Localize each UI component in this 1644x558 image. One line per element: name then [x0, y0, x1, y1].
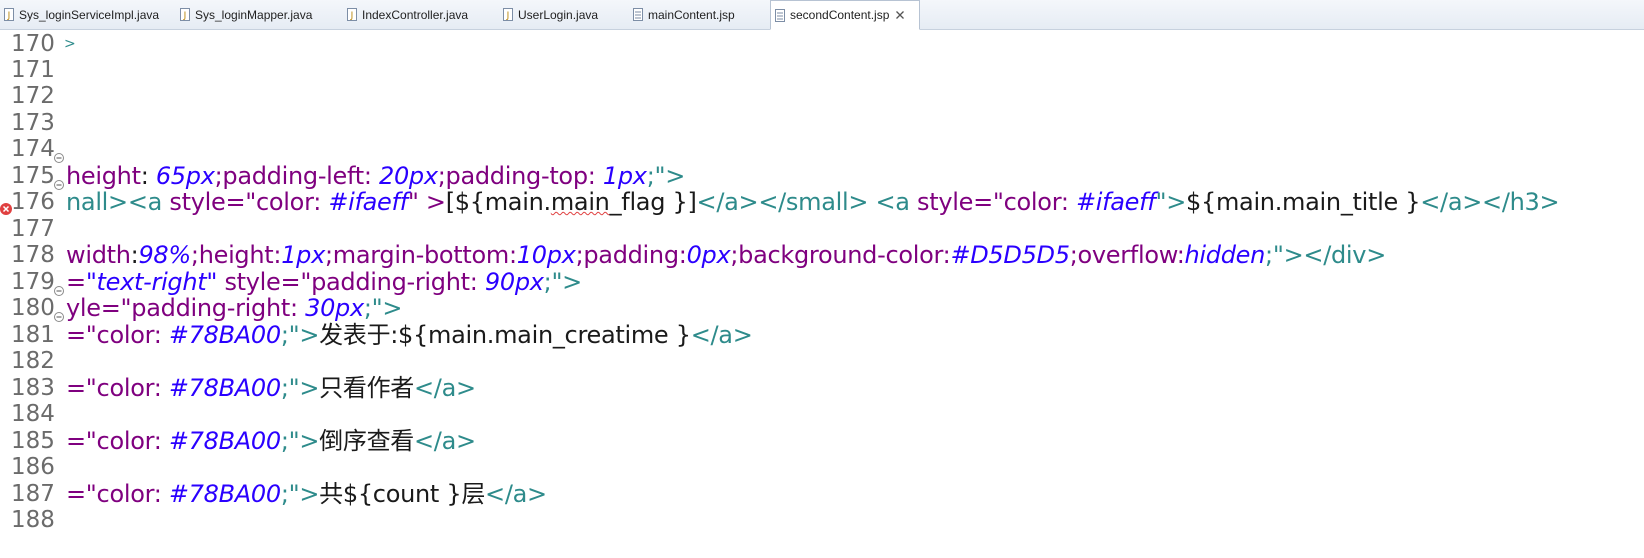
- code-line: 175 height: 65px;padding-left: 20px;padd…: [0, 162, 1644, 190]
- code-line: 182: [0, 347, 1644, 375]
- tab-sys-loginmapper[interactable]: J Sys_loginMapper.java: [176, 0, 343, 29]
- code-text: ="color: #78BA00;">共${count }层</a>: [66, 480, 547, 508]
- tab-label: UserLogin.java: [518, 7, 599, 22]
- code-text: height: 65px;padding-left: 20px;padding-…: [66, 162, 686, 190]
- tab-label: mainContent.jsp: [648, 7, 735, 22]
- java-file-icon: J: [4, 8, 14, 21]
- code-text: width:98%;height:1px;margin-bottom:10px;…: [66, 241, 1387, 269]
- svg-text:J: J: [506, 11, 510, 21]
- fold-toggle-icon[interactable]: [53, 143, 65, 163]
- line-number: 186: [11, 454, 55, 480]
- line-number: 180: [11, 295, 55, 321]
- close-icon[interactable]: [895, 10, 905, 20]
- line-number: 171: [11, 57, 55, 83]
- code-line: 177: [0, 215, 1644, 243]
- code-text: ="color: #78BA00;">只看作者</a>: [66, 374, 476, 402]
- tab-label: Sys_loginServiceImpl.java: [19, 7, 160, 22]
- line-number: 172: [11, 83, 55, 109]
- code-line: 171: [0, 56, 1644, 84]
- code-text: ="text-right" style="padding-right: 90px…: [66, 268, 582, 296]
- line-number: 185: [11, 428, 55, 454]
- fold-toggle-icon[interactable]: [53, 302, 65, 322]
- line-number: 178: [11, 242, 55, 268]
- code-line: 185 ="color: #78BA00;">倒序查看</a>: [0, 427, 1644, 455]
- code-line: 173: [0, 109, 1644, 137]
- code-text: >: [64, 36, 76, 52]
- code-line: 184: [0, 400, 1644, 428]
- code-line: 178 width:98%;height:1px;margin-bottom:1…: [0, 241, 1644, 269]
- code-line: 186: [0, 453, 1644, 481]
- line-number: 183: [11, 375, 55, 401]
- code-line: 183 ="color: #78BA00;">只看作者</a>: [0, 374, 1644, 402]
- code-text: nall><a style="color: #ifaeff" >[${main.…: [66, 188, 1560, 216]
- tab-secondcontent[interactable]: secondContent.jsp: [770, 0, 920, 30]
- line-number: 177: [11, 216, 55, 242]
- tab-label: IndexController.java: [362, 7, 469, 22]
- tab-label: secondContent.jsp: [790, 8, 890, 22]
- code-line: 188: [0, 506, 1644, 534]
- line-number: 174: [11, 136, 55, 162]
- tab-indexcontroller[interactable]: J IndexController.java: [343, 0, 499, 29]
- code-line: 170 >: [0, 30, 1644, 58]
- code-text: ="color: #78BA00;">倒序查看</a>: [66, 427, 476, 455]
- fold-toggle-icon[interactable]: [53, 170, 65, 190]
- line-number: 182: [11, 348, 55, 374]
- svg-text:J: J: [350, 11, 354, 21]
- fold-toggle-icon[interactable]: [53, 276, 65, 296]
- code-line: 172: [0, 82, 1644, 110]
- line-number: 184: [11, 401, 55, 427]
- line-number: 176: [11, 189, 55, 215]
- code-text: yle="padding-right: 30px;">: [66, 294, 403, 322]
- tab-maincontent[interactable]: mainContent.jsp: [629, 0, 770, 29]
- svg-text:J: J: [183, 11, 187, 21]
- code-line: 180 yle="padding-right: 30px;">: [0, 294, 1644, 322]
- line-number: 181: [11, 322, 55, 348]
- tab-label: Sys_loginMapper.java: [195, 7, 313, 22]
- jsp-file-icon: [775, 8, 785, 22]
- code-line: 176 nall><a style="color: #ifaeff" >[${m…: [0, 188, 1644, 216]
- java-file-icon: J: [180, 8, 190, 21]
- editor-tab-bar: J Sys_loginServiceImpl.java J Sys_loginM…: [0, 0, 1644, 30]
- line-number: 173: [11, 110, 55, 136]
- code-editor[interactable]: 170 > 171 172 173 174 175 height: 65px;p…: [0, 30, 1644, 558]
- line-number: 179: [11, 269, 55, 295]
- svg-text:J: J: [7, 11, 11, 21]
- jsp-file-icon: [633, 8, 643, 21]
- line-number: 187: [11, 481, 55, 507]
- code-line: 181 ="color: #78BA00;">发表于:${main.main_c…: [0, 321, 1644, 349]
- tab-userlogin[interactable]: J UserLogin.java: [499, 0, 629, 29]
- code-line: 187 ="color: #78BA00;">共${count }层</a>: [0, 480, 1644, 508]
- code-text: ="color: #78BA00;">发表于:${main.main_creat…: [66, 321, 753, 349]
- line-number: 175: [11, 163, 55, 189]
- line-number: 170: [11, 31, 55, 57]
- tab-sys-loginserviceimpl[interactable]: J Sys_loginServiceImpl.java: [0, 0, 176, 29]
- java-file-icon: J: [347, 8, 357, 21]
- code-line: 174: [0, 135, 1644, 163]
- line-number: 188: [11, 507, 55, 533]
- java-file-icon: J: [503, 8, 513, 21]
- code-line: 179 ="text-right" style="padding-right: …: [0, 268, 1644, 296]
